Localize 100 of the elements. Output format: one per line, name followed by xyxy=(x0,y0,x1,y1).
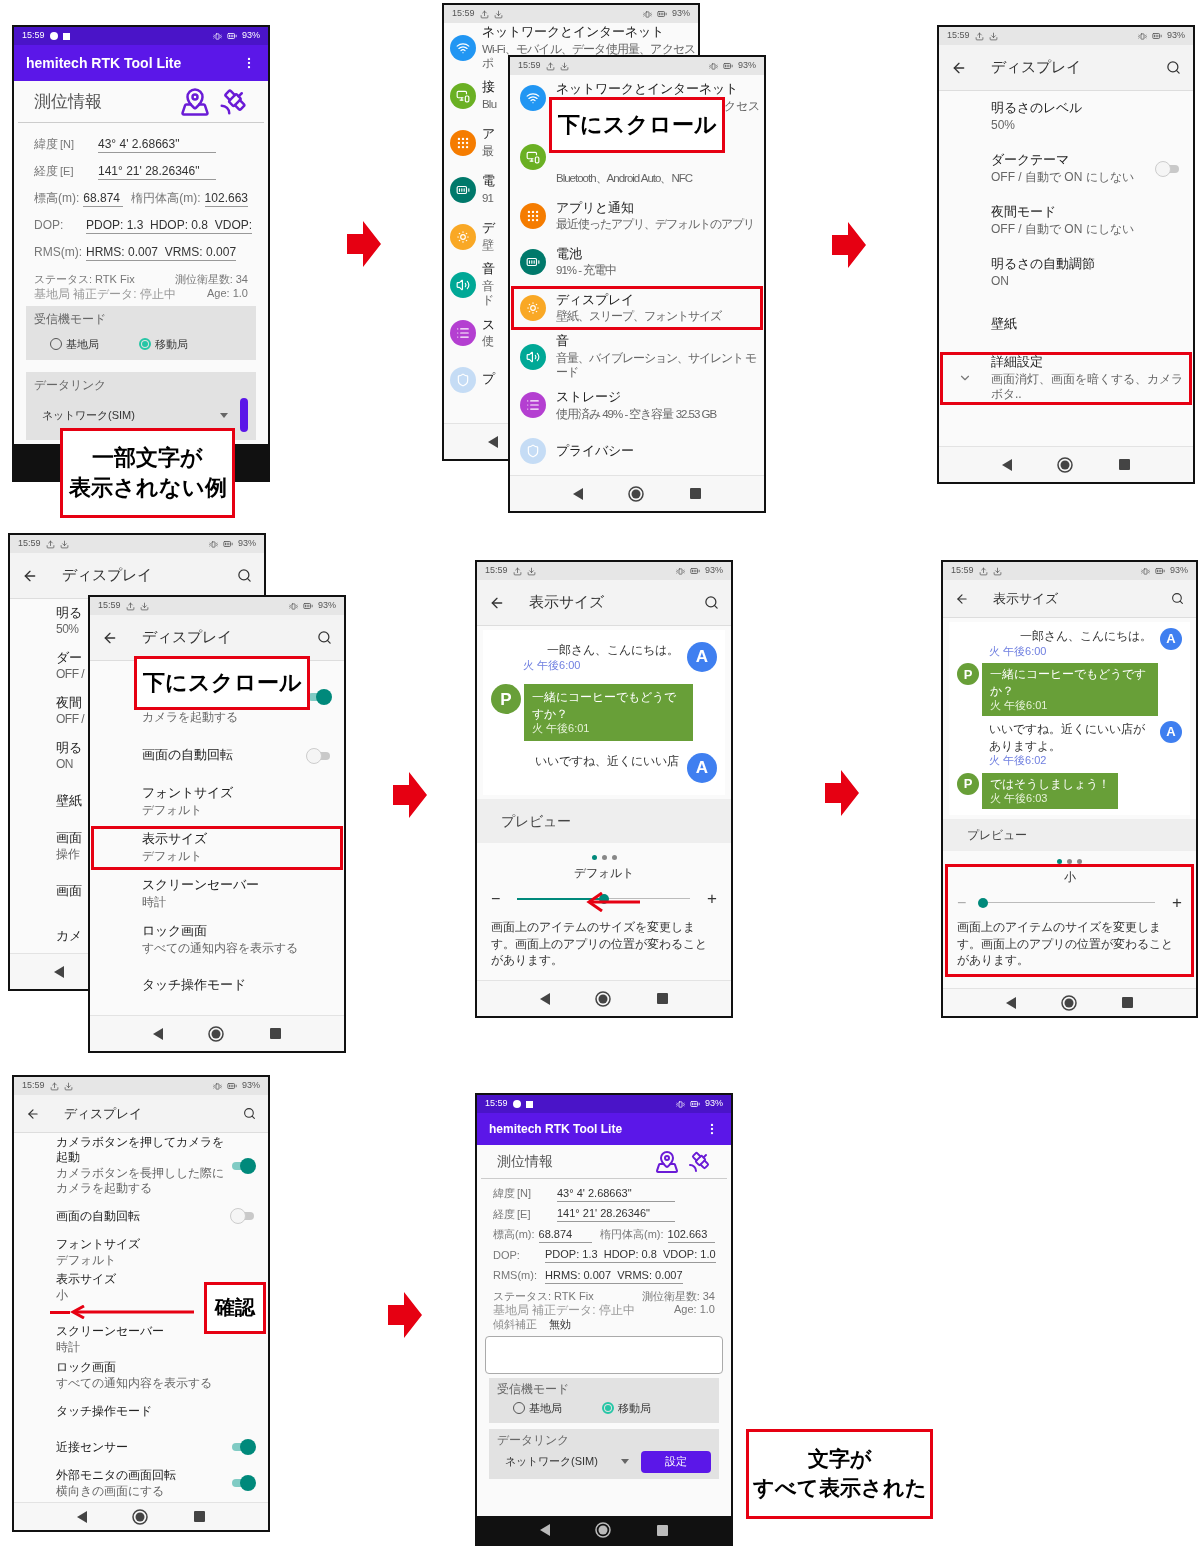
search-icon[interactable] xyxy=(1166,60,1181,75)
dropdown-field[interactable]: ネットワーク(SIM) xyxy=(34,407,228,424)
satellite-icon[interactable] xyxy=(687,1149,711,1174)
setting-title: ストレージ xyxy=(556,389,621,406)
vibrate-icon xyxy=(643,9,652,19)
radio-button[interactable] xyxy=(602,1402,614,1415)
radio-button[interactable] xyxy=(139,338,151,350)
battery-level: 93% xyxy=(318,599,336,613)
value-field[interactable]: HRMS: 0.007 VRMS: 0.007 xyxy=(545,1268,683,1284)
home-circle-icon[interactable] xyxy=(208,1025,225,1042)
toggle-switch[interactable] xyxy=(230,1208,256,1224)
recents-square-icon[interactable] xyxy=(690,488,702,499)
field-label: 傾斜補正 xyxy=(493,1318,537,1332)
search-icon[interactable] xyxy=(317,630,332,645)
value-field[interactable]: 102.663 xyxy=(204,191,248,207)
recents-square-icon[interactable] xyxy=(1122,997,1134,1008)
upload-icon xyxy=(479,9,489,19)
toggle-switch[interactable] xyxy=(230,1475,256,1491)
home-circle-icon[interactable] xyxy=(1061,994,1077,1011)
size-label: デフォルト xyxy=(574,865,634,882)
back-icon[interactable] xyxy=(26,1106,40,1121)
clipped-button[interactable] xyxy=(240,398,248,433)
value-field[interactable]: PDOP: 1.3 HDOP: 0.8 VDOP: 1.0 xyxy=(545,1248,716,1263)
value-field[interactable]: 102.663 xyxy=(667,1227,715,1243)
back-icon[interactable] xyxy=(955,591,969,606)
upload-icon xyxy=(545,61,555,71)
back-triangle-icon[interactable] xyxy=(539,1524,550,1536)
recents-square-icon[interactable] xyxy=(194,1511,206,1522)
back-triangle-icon[interactable] xyxy=(1001,458,1012,471)
message-text: 一緒にコーヒーでもどうですか？ xyxy=(990,666,1147,700)
toggle-switch[interactable] xyxy=(1155,161,1181,177)
setting-subtitle: 音量、バイブレーション、サイレント モード xyxy=(556,350,758,380)
dropdown-field[interactable]: ネットワーク(SIM) xyxy=(497,1453,629,1470)
value-field[interactable]: 68.874 xyxy=(538,1227,592,1243)
setting-title: 画面の自動回転 xyxy=(142,748,233,764)
toggle-switch[interactable] xyxy=(230,1157,256,1174)
home-circle-icon[interactable] xyxy=(132,1508,149,1525)
slider-thumb[interactable] xyxy=(978,897,989,908)
setting-title: ダークテーマ xyxy=(991,153,1069,169)
back-triangle-icon[interactable] xyxy=(572,487,583,500)
value-field[interactable]: HRMS: 0.007 VRMS: 0.007 xyxy=(86,245,237,261)
back-triangle-icon[interactable] xyxy=(1005,996,1016,1009)
home-circle-icon[interactable] xyxy=(595,990,612,1007)
recents-square-icon[interactable] xyxy=(657,993,669,1004)
callout-note: 確認 xyxy=(204,1282,266,1334)
recents-square-icon[interactable] xyxy=(1119,459,1131,470)
upload-icon xyxy=(978,566,988,576)
message-time: 火 午後6:00 xyxy=(989,644,1047,659)
satellite-count: 測位衛星数: 34 xyxy=(641,1289,715,1304)
back-triangle-icon[interactable] xyxy=(152,1027,163,1040)
toggle-switch[interactable] xyxy=(230,1439,256,1455)
search-icon[interactable] xyxy=(237,568,252,583)
map-pin-icon[interactable] xyxy=(180,86,210,117)
message-time: 火 午後6:00 xyxy=(523,658,581,673)
setting-title: ネットワークとインターネット xyxy=(556,81,738,98)
back-triangle-icon[interactable] xyxy=(539,992,550,1005)
plus-sign[interactable]: + xyxy=(1172,894,1182,911)
field-label: 標高(m): xyxy=(34,190,80,207)
value-field[interactable]: 68.874 xyxy=(83,191,124,207)
search-icon[interactable] xyxy=(243,1107,256,1120)
slider-thumb[interactable] xyxy=(598,893,609,904)
value-field[interactable]: 141° 21' 28.26346" xyxy=(98,164,216,180)
home-circle-icon[interactable] xyxy=(1057,456,1074,473)
home-circle-icon[interactable] xyxy=(595,1522,612,1538)
size-description: 画面上のアイテムのサイズを変更します。画面上のアプリの位置が変わることがあります。 xyxy=(491,919,708,969)
value-field[interactable]: PDOP: 1.3 HDOP: 0.8 VDOP: xyxy=(86,218,253,234)
callout-note: 文字が すべて表示された xyxy=(746,1429,933,1519)
setting-subtitle: ON xyxy=(56,757,73,773)
recents-square-icon[interactable] xyxy=(270,1028,282,1039)
setting-subtitle: 操作 xyxy=(56,847,79,863)
toggle-switch[interactable] xyxy=(306,748,332,764)
setting-subtitle: 横向きの画面にする xyxy=(56,1483,164,1499)
value-field[interactable]: 43° 4' 2.68663" xyxy=(557,1186,675,1202)
battery-level: 93% xyxy=(1170,564,1188,578)
back-triangle-icon[interactable] xyxy=(487,435,498,448)
setting-title: カメラボタンを押してカメラを起動 xyxy=(56,1135,225,1165)
home-circle-icon[interactable] xyxy=(628,485,645,502)
back-triangle-icon[interactable] xyxy=(76,1510,87,1523)
plus-sign[interactable]: + xyxy=(707,890,717,907)
recents-square-icon[interactable] xyxy=(657,1524,669,1536)
setting-subtitle: デフォルト xyxy=(142,802,202,818)
status-time: 15:59 xyxy=(947,29,970,43)
vibrate-icon xyxy=(676,566,685,576)
setting-title: 画面の自動回転 xyxy=(56,1208,140,1224)
status-time: 15:59 xyxy=(22,29,45,43)
screen-title: ディスプレイ xyxy=(142,627,233,648)
battery-level: 93% xyxy=(738,59,756,73)
map-pin-icon[interactable] xyxy=(655,1149,679,1174)
search-icon[interactable] xyxy=(704,595,719,610)
value-field[interactable]: 43° 4' 2.68663" xyxy=(98,137,216,153)
search-icon[interactable] xyxy=(1171,592,1184,605)
vibrate-icon xyxy=(709,61,718,71)
message-time: 火 午後6:01 xyxy=(532,722,590,736)
back-triangle-icon[interactable] xyxy=(53,965,64,978)
setting-title: 明るさのレベル xyxy=(991,101,1082,117)
satellite-icon[interactable] xyxy=(218,86,248,117)
minus-sign[interactable]: − xyxy=(491,890,501,907)
field-label: DOP: xyxy=(493,1247,521,1263)
value-field[interactable]: 141° 21' 28.26346" xyxy=(557,1207,675,1222)
settings-button[interactable]: 設定 xyxy=(641,1450,711,1473)
